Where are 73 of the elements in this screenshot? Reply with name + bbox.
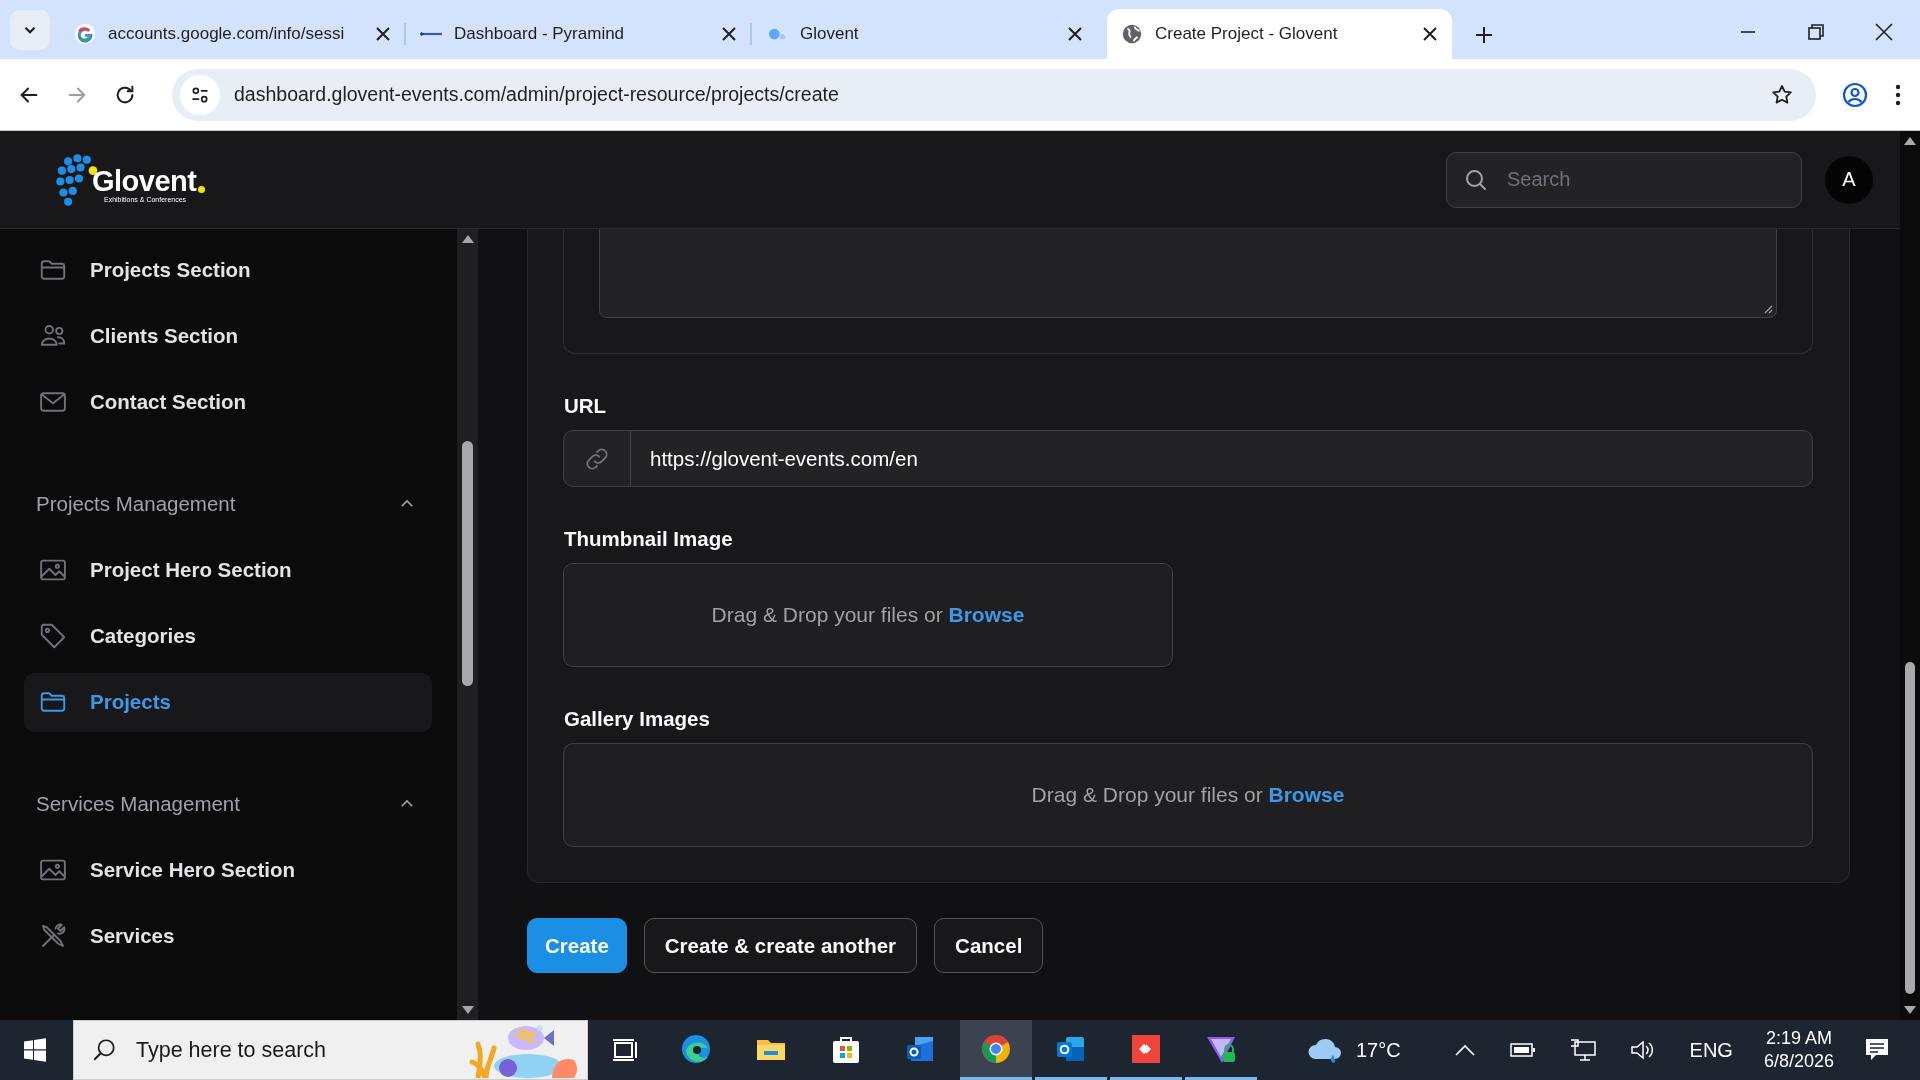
tag-icon bbox=[38, 621, 68, 651]
logo-dot-icon bbox=[198, 185, 206, 193]
windows-logo-icon bbox=[23, 1038, 47, 1062]
url-field[interactable]: https://glovent-events.com/en bbox=[563, 430, 1813, 487]
dropzone-prompt: Drag & Drop your files or Browse bbox=[711, 603, 1025, 627]
field-label: Thumbnail Image bbox=[564, 527, 734, 551]
field-label: URL bbox=[564, 394, 608, 418]
chrome-icon bbox=[980, 1032, 1012, 1065]
weather-temperature[interactable]: 17°C bbox=[1355, 1038, 1401, 1062]
remote-desktop-icon bbox=[1130, 1032, 1162, 1065]
browser-tab[interactable]: accounts.google.com/info/sessi bbox=[60, 9, 405, 59]
more-menu-icon[interactable] bbox=[1894, 82, 1902, 107]
close-icon[interactable] bbox=[1422, 26, 1438, 42]
close-icon[interactable] bbox=[1874, 22, 1894, 42]
nav-item[interactable]: Clients Section bbox=[24, 306, 432, 366]
browser-tab[interactable]: Glovent bbox=[752, 9, 1097, 59]
logo-wordmark: Glovent bbox=[92, 166, 197, 196]
search-field[interactable]: Search bbox=[1446, 151, 1802, 208]
scroll-down-arrow-icon[interactable] bbox=[1904, 1006, 1916, 1014]
restore-icon[interactable] bbox=[1806, 22, 1826, 42]
google-g-icon bbox=[74, 23, 96, 45]
browser-swirl-icon bbox=[680, 1032, 712, 1065]
nav-item[interactable]: Services bbox=[24, 906, 432, 966]
search-icon bbox=[91, 1037, 117, 1063]
clock-date: 6/8/2026 bbox=[1763, 1050, 1834, 1073]
scroll-up-arrow-icon[interactable] bbox=[1904, 137, 1916, 145]
close-icon[interactable] bbox=[1067, 26, 1083, 42]
nav-group-label: Projects Management bbox=[36, 492, 236, 516]
close-icon[interactable] bbox=[375, 26, 391, 42]
secondary-button[interactable]: Create & create another bbox=[643, 918, 918, 973]
taskbar-clock[interactable]: 2:19 AM 6/8/2026 bbox=[1763, 1026, 1834, 1074]
scrollbar-thumb[interactable] bbox=[462, 441, 473, 686]
scroll-up-arrow-icon[interactable] bbox=[461, 235, 474, 243]
browser-tab[interactable]: Dashboard - Pyramind bbox=[406, 9, 751, 59]
taskbar-search-field[interactable]: Type here to search bbox=[73, 1020, 588, 1080]
browse-link[interactable]: Browse bbox=[1268, 783, 1345, 806]
chevron-up-icon[interactable] bbox=[1453, 1043, 1476, 1057]
star-icon[interactable] bbox=[1770, 82, 1794, 107]
nav-item[interactable]: Projects Section bbox=[24, 240, 432, 300]
input-language[interactable]: ENG bbox=[1689, 1038, 1733, 1062]
secondary-button[interactable]: Cancel bbox=[934, 918, 1044, 973]
plus-icon[interactable] bbox=[1474, 25, 1494, 45]
profile-icon[interactable] bbox=[1842, 81, 1868, 108]
resize-handle-icon[interactable] bbox=[1763, 304, 1773, 314]
browser-tab[interactable]: Create Project - Glovent bbox=[1107, 9, 1452, 59]
address-bar[interactable]: dashboard.glovent-events.com/admin/project-resource/projects/create bbox=[172, 68, 1816, 121]
nav-group-label: Services Management bbox=[36, 792, 240, 816]
notifications-icon[interactable] bbox=[1864, 1037, 1890, 1063]
battery-icon[interactable] bbox=[1509, 1042, 1536, 1058]
task-view-icon[interactable] bbox=[611, 1036, 639, 1064]
file-dropzone[interactable]: Drag & Drop your files or Browse bbox=[563, 563, 1173, 667]
scrollbar-thumb[interactable] bbox=[1905, 662, 1915, 994]
close-icon[interactable] bbox=[721, 26, 737, 42]
file-dropzone[interactable]: Drag & Drop your files or Browse bbox=[563, 743, 1813, 847]
site-logo-icon bbox=[420, 31, 442, 37]
nav-item[interactable]: Categories bbox=[24, 606, 432, 666]
site-settings-button[interactable] bbox=[180, 74, 220, 115]
nav-item[interactable]: Service Hero Section bbox=[24, 840, 432, 900]
speaker-icon[interactable] bbox=[1629, 1039, 1656, 1061]
nav-item[interactable]: Contact Section bbox=[24, 372, 432, 432]
site-logo-icon bbox=[769, 28, 785, 40]
globe-icon bbox=[1121, 23, 1143, 45]
search-icon bbox=[1464, 167, 1488, 192]
network-monitor-icon[interactable] bbox=[1569, 1038, 1596, 1062]
clock-time: 2:19 AM bbox=[1765, 1026, 1832, 1050]
reload-icon[interactable] bbox=[114, 83, 136, 106]
nav-item[interactable]: Projects bbox=[24, 672, 432, 732]
dropzone-prompt: Drag & Drop your files or Browse bbox=[1031, 783, 1345, 807]
browse-link[interactable]: Browse bbox=[948, 603, 1025, 626]
field-label: Gallery Images bbox=[564, 707, 711, 731]
scroll-down-arrow-icon[interactable] bbox=[461, 1006, 474, 1014]
nav-item[interactable]: Project Hero Section bbox=[24, 540, 432, 600]
user-avatar[interactable]: A bbox=[1825, 155, 1873, 204]
